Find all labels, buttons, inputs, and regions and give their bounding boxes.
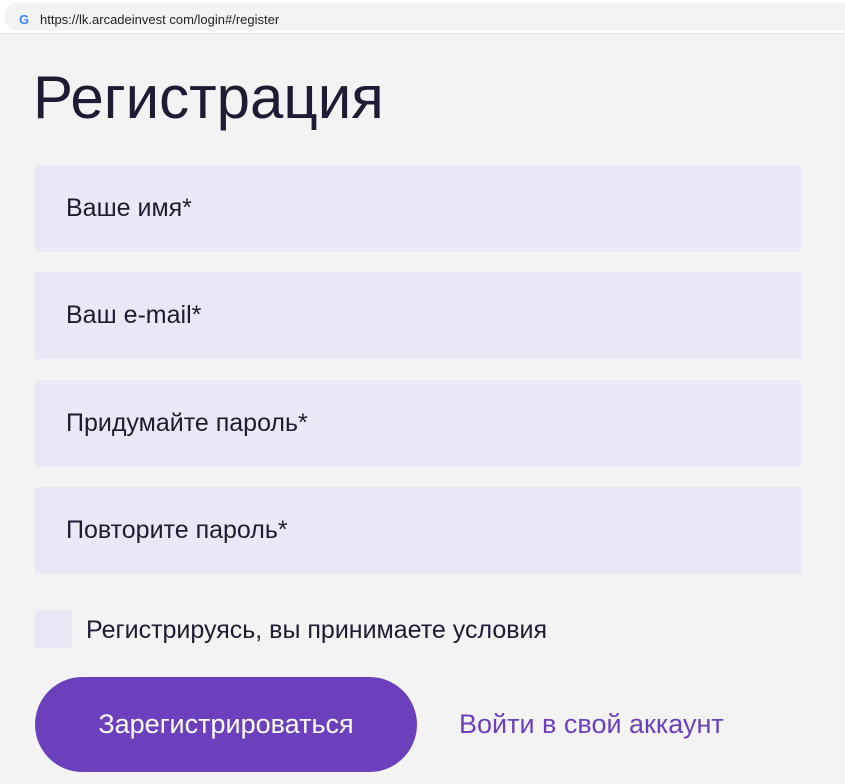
google-g-icon: G xyxy=(18,12,30,27)
browser-address-bar: G https://lk.arcadeinvest com/login#/reg… xyxy=(0,0,845,34)
password-field[interactable]: Придумайте пароль* xyxy=(35,380,801,467)
repeat-password-field[interactable]: Повторите пароль* xyxy=(35,487,801,574)
password-field-placeholder: Придумайте пароль* xyxy=(66,409,308,437)
terms-checkbox[interactable] xyxy=(35,611,72,648)
repeat-password-field-placeholder: Повторите пароль* xyxy=(66,516,288,544)
register-button[interactable]: Зарегистрироваться xyxy=(35,677,417,772)
login-link[interactable]: Войти в свой аккаунт xyxy=(459,706,724,742)
url-text[interactable]: https://lk.arcadeinvest com/login#/regis… xyxy=(40,12,279,28)
email-field[interactable]: Ваш e-mail* xyxy=(35,272,801,359)
email-field-placeholder: Ваш e-mail* xyxy=(66,301,202,329)
terms-label[interactable]: Регистрируясь, вы принимаете условия xyxy=(86,612,547,648)
url-field[interactable]: G https://lk.arcadeinvest com/login#/reg… xyxy=(4,3,845,31)
name-field-placeholder: Ваше имя* xyxy=(66,194,192,222)
page-title: Регистрация xyxy=(33,64,384,131)
name-field[interactable]: Ваше имя* xyxy=(35,165,801,252)
